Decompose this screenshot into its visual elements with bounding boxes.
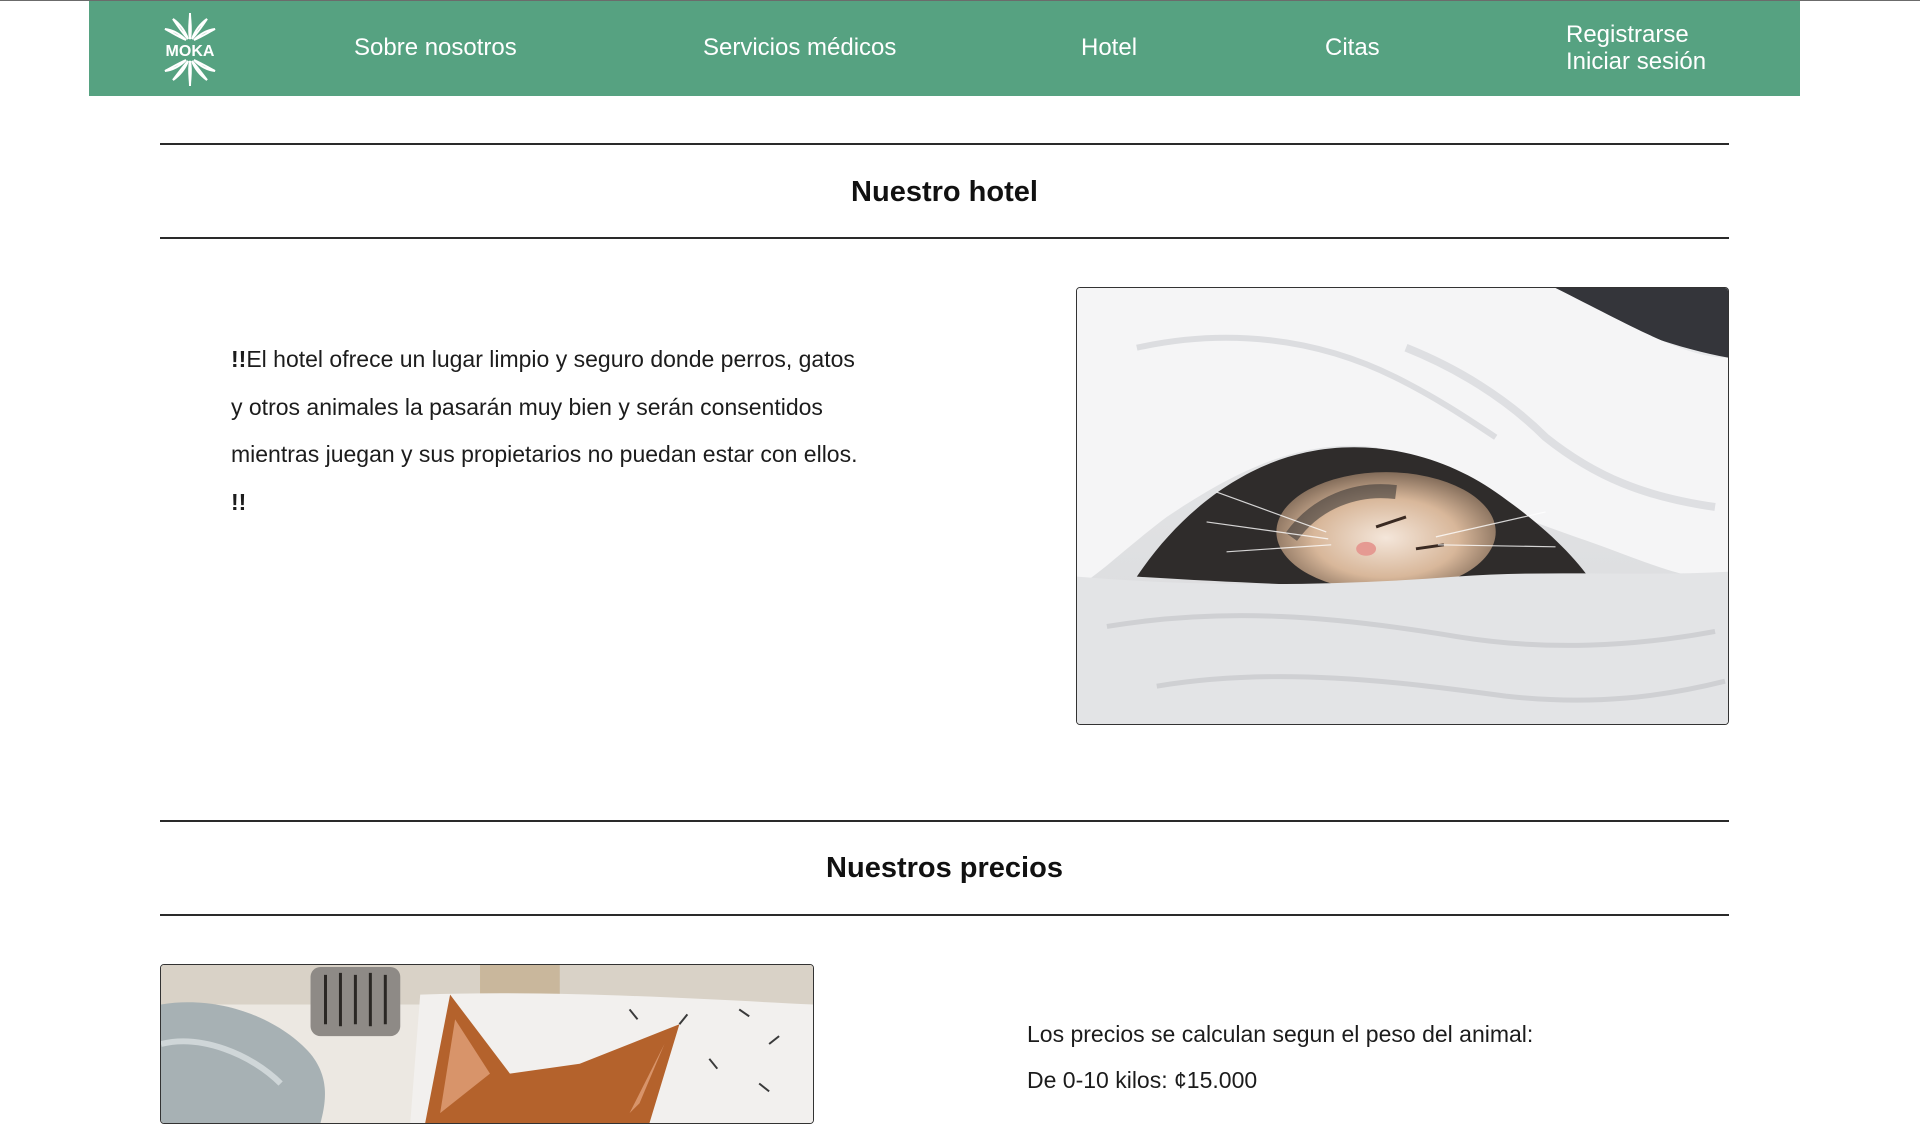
nav-link-about[interactable]: Sobre nosotros — [354, 34, 517, 62]
prices-intro-text: Los precios se calculan segun el peso de… — [1027, 1021, 1534, 1047]
orange-cat-on-bed-photo — [160, 964, 814, 1124]
moka-logo-icon: MOKA — [164, 12, 216, 87]
nav-link-medical-services[interactable]: Servicios médicos — [703, 34, 896, 62]
emphasis-marks: !! — [231, 488, 247, 515]
section-divider — [160, 820, 1729, 822]
hotel-description: !!El hotel ofrece un lugar limpio y segu… — [231, 336, 871, 526]
svg-text:MOKA: MOKA — [166, 43, 215, 60]
login-link[interactable]: Iniciar sesión — [1566, 48, 1706, 75]
emphasis-marks: !! — [231, 346, 247, 372]
section-divider — [160, 914, 1729, 916]
nav-link-hotel[interactable]: Hotel — [1081, 34, 1137, 62]
register-link[interactable]: Registrarse — [1566, 21, 1706, 48]
cat-under-blanket-photo — [1076, 287, 1729, 725]
cat-under-blanket-image — [1077, 288, 1728, 724]
top-navbar: MOKA Sobre nosotros Servicios médicos Ho… — [89, 1, 1800, 96]
nav-link-appointments[interactable]: Citas — [1325, 34, 1380, 62]
prices-section-title: Nuestros precios — [826, 852, 1063, 884]
section-divider — [160, 143, 1729, 145]
hotel-description-text: El hotel ofrece un lugar limpio y seguro… — [231, 346, 858, 467]
orange-cat-on-bed-image — [161, 965, 813, 1123]
price-tier: De 0-10 kilos: ¢15.000 — [1027, 1067, 1258, 1093]
auth-links: Registrarse Iniciar sesión — [1566, 21, 1706, 75]
section-divider — [160, 237, 1729, 239]
moka-logo[interactable]: MOKA — [155, 9, 225, 89]
hotel-section-title: Nuestro hotel — [851, 176, 1038, 208]
